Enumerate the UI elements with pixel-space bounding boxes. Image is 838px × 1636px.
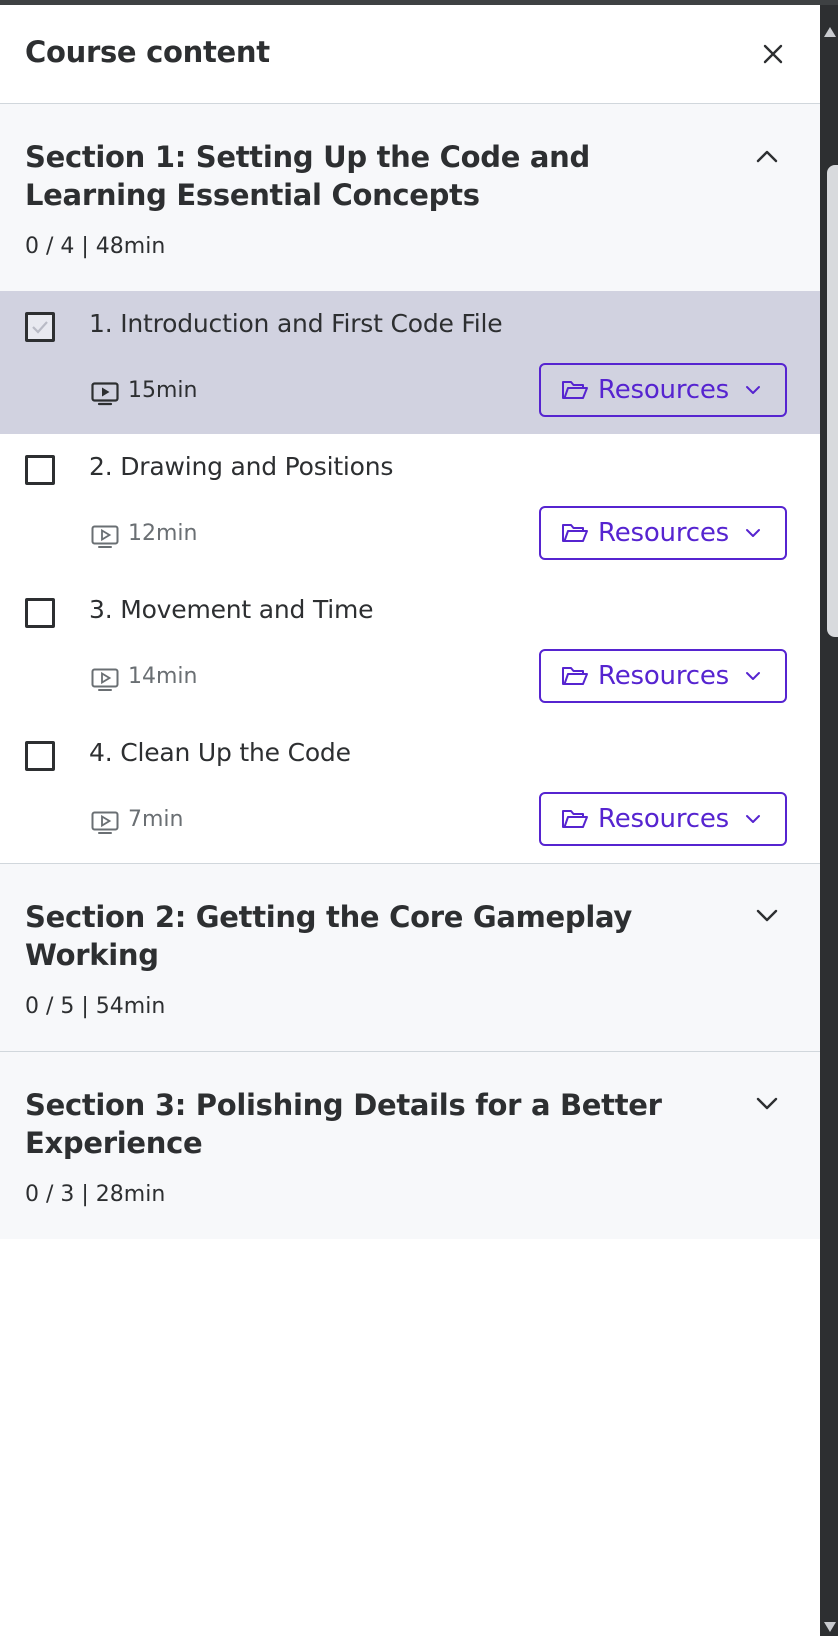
chevron-up-icon	[756, 150, 778, 163]
panel-header: Course content	[0, 5, 820, 104]
lecture-title[interactable]: 1. Introduction and First Code File	[89, 309, 503, 338]
lecture-item-1[interactable]: 1. Introduction and First Code File 15mi…	[0, 291, 820, 434]
video-icon	[91, 525, 119, 548]
chevron-down-icon	[746, 529, 760, 537]
lecture-item-3[interactable]: 3. Movement and Time 14min Resources	[0, 577, 820, 720]
section-2-header[interactable]: Section 2: Getting the Core Gameplay Wor…	[0, 864, 820, 1051]
chevron-down-icon	[746, 386, 760, 394]
panel-title: Course content	[25, 35, 270, 69]
lecture-duration: 7min	[128, 807, 184, 832]
resources-label: Resources	[598, 661, 729, 691]
expand-button[interactable]	[753, 1090, 781, 1118]
section-title: Section 1: Setting Up the Code and Learn…	[25, 140, 590, 212]
section-progress: 0 / 5 | 54min	[25, 994, 166, 1019]
section-progress: 0 / 4 | 48min	[25, 234, 166, 259]
resources-button[interactable]: Resources	[539, 792, 787, 846]
resources-button[interactable]: Resources	[539, 506, 787, 560]
lecture-item-2[interactable]: 2. Drawing and Positions 12min Resources	[0, 434, 820, 577]
section-3-header[interactable]: Section 3: Polishing Details for a Bette…	[0, 1052, 820, 1239]
folder-icon	[562, 381, 588, 399]
section-progress: 0 / 3 | 28min	[25, 1182, 166, 1207]
resources-button[interactable]: Resources	[539, 649, 787, 703]
lecture-title[interactable]: 2. Drawing and Positions	[89, 452, 393, 481]
video-icon	[91, 668, 119, 691]
section-1: Section 1: Setting Up the Code and Learn…	[0, 104, 820, 864]
folder-icon	[562, 667, 588, 685]
close-button[interactable]	[756, 37, 790, 71]
section-title: Section 2: Getting the Core Gameplay Wor…	[25, 900, 633, 972]
section-title: Section 3: Polishing Details for a Bette…	[25, 1088, 662, 1160]
chevron-down-icon	[746, 815, 760, 823]
lecture-complete-checkbox[interactable]	[25, 455, 55, 485]
close-icon	[763, 44, 783, 64]
scroll-up-icon[interactable]	[824, 27, 836, 37]
lecture-title[interactable]: 3. Movement and Time	[89, 595, 374, 624]
chevron-down-icon	[756, 1097, 778, 1110]
lecture-duration: 12min	[128, 521, 198, 546]
chevron-down-icon	[746, 672, 760, 680]
collapse-button[interactable]	[753, 142, 781, 170]
lecture-title[interactable]: 4. Clean Up the Code	[89, 738, 351, 767]
check-icon	[32, 321, 48, 334]
lecture-duration: 15min	[128, 378, 198, 403]
lecture-duration: 14min	[128, 664, 198, 689]
scrollbar-thumb[interactable]	[827, 165, 838, 637]
resources-label: Resources	[598, 518, 729, 548]
scrollbar[interactable]	[820, 5, 838, 1636]
expand-button[interactable]	[753, 902, 781, 930]
resources-button[interactable]: Resources	[539, 363, 787, 417]
lecture-complete-checkbox[interactable]	[25, 312, 55, 342]
lecture-complete-checkbox[interactable]	[25, 598, 55, 628]
section-3: Section 3: Polishing Details for a Bette…	[0, 1052, 820, 1239]
resources-label: Resources	[598, 375, 729, 405]
lecture-complete-checkbox[interactable]	[25, 741, 55, 771]
chevron-down-icon	[756, 909, 778, 922]
video-icon	[91, 811, 119, 834]
scroll-down-icon[interactable]	[824, 1622, 836, 1632]
resources-label: Resources	[598, 804, 729, 834]
section-1-header[interactable]: Section 1: Setting Up the Code and Learn…	[0, 104, 820, 291]
folder-icon	[562, 810, 588, 828]
video-icon	[91, 382, 119, 406]
lecture-item-4[interactable]: 4. Clean Up the Code 7min Resources	[0, 720, 820, 863]
section-2: Section 2: Getting the Core Gameplay Wor…	[0, 864, 820, 1052]
course-content-panel: Course content Section 1: Setting Up the…	[0, 5, 820, 1636]
folder-icon	[562, 524, 588, 542]
